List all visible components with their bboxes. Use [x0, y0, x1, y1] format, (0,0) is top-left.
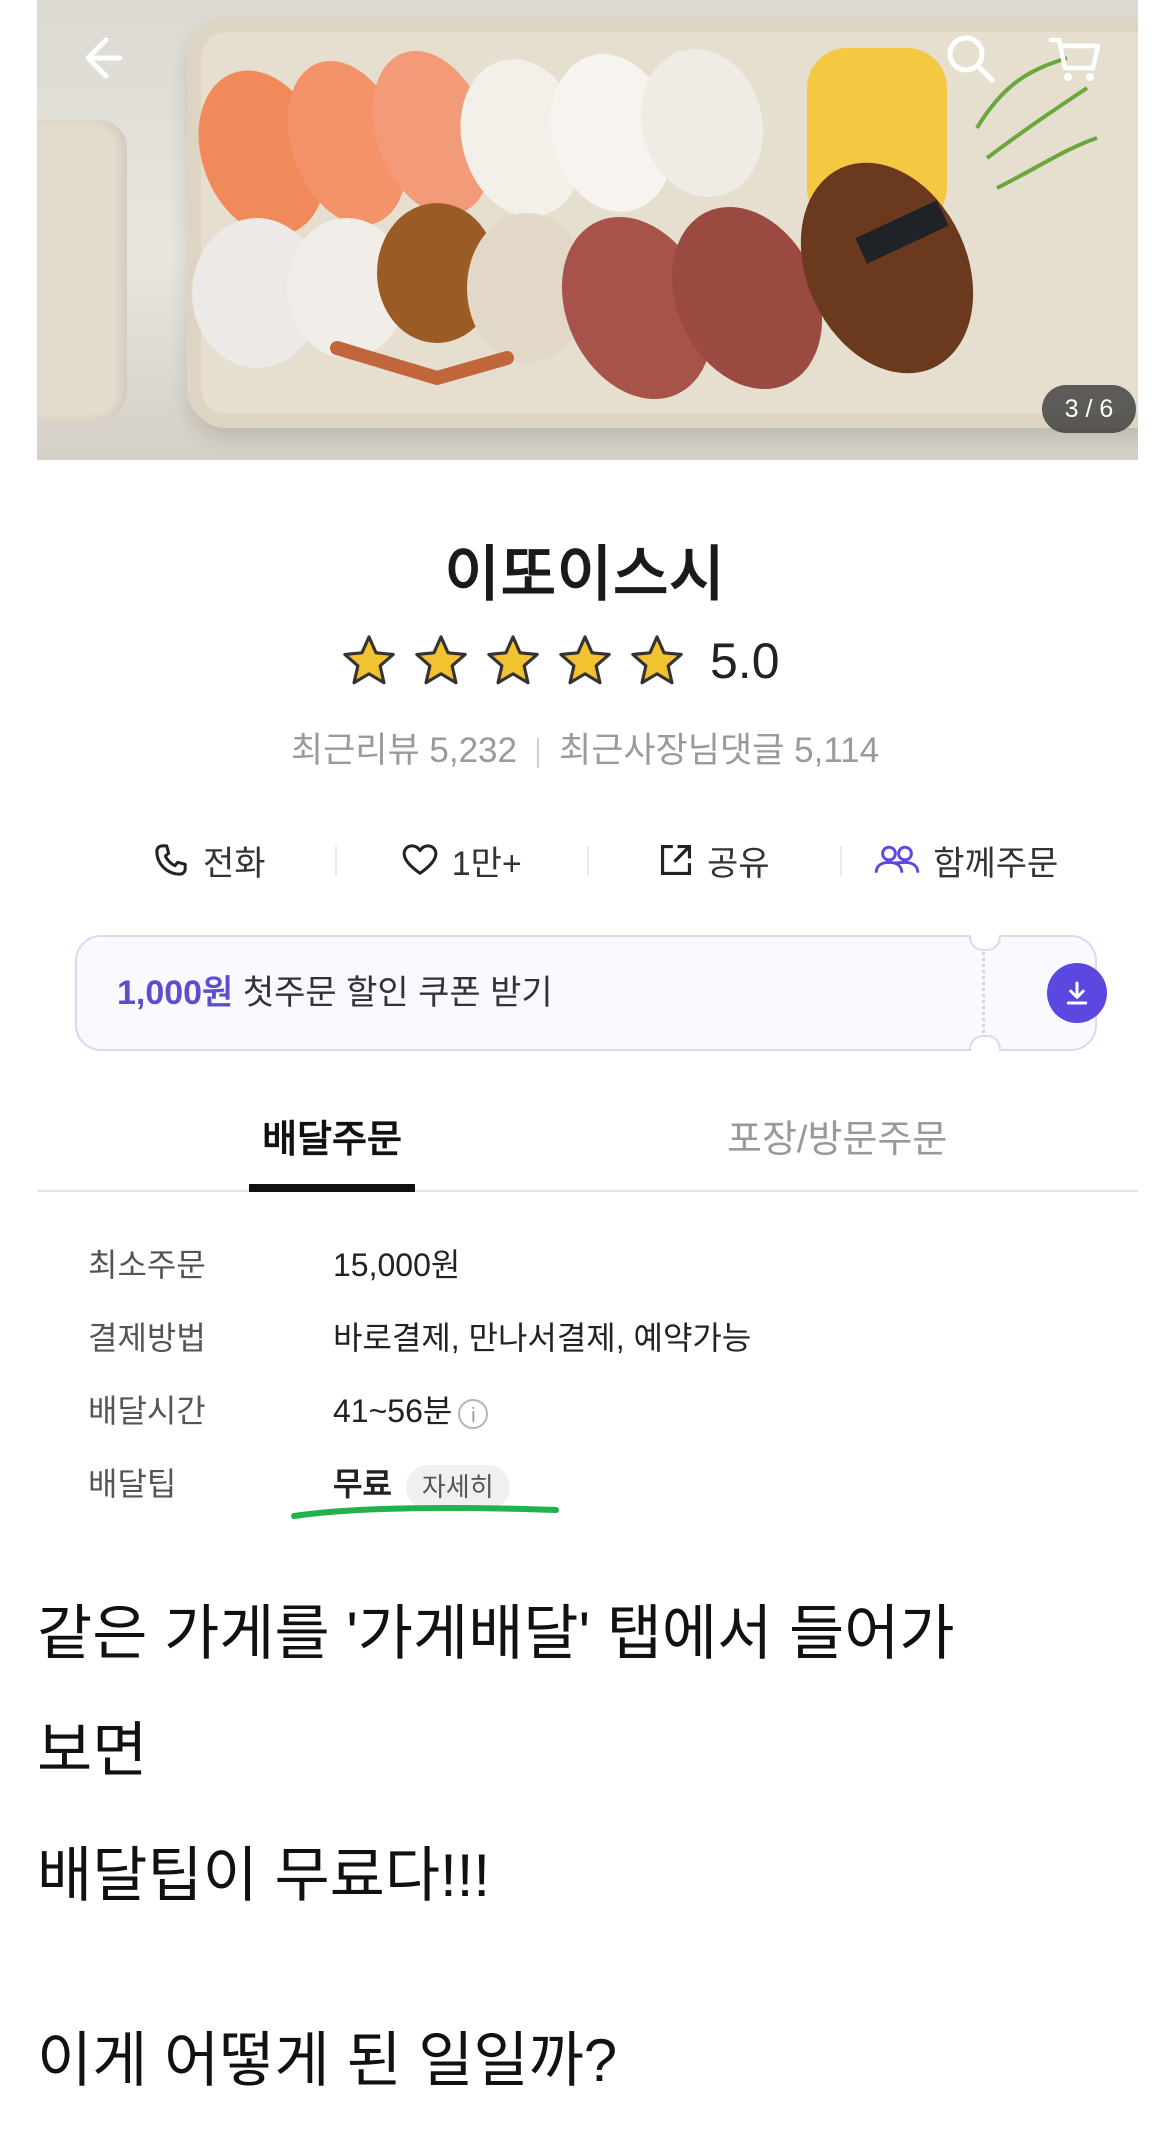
group-order-label: 함께주문 [933, 844, 1059, 883]
delivery-time-row: 배달시간 41~56분 i [88, 1386, 1088, 1459]
green-underline-annotation [291, 1505, 559, 1519]
min-order-value: 15,000원 [333, 1247, 461, 1283]
recent-reviews-link[interactable]: 최근리뷰 5,232 [291, 731, 517, 770]
star-icon [343, 635, 395, 685]
rating-row: 5.0 [340, 628, 780, 694]
star-icon [415, 635, 467, 685]
share-button[interactable]: 공유 [587, 830, 840, 890]
caption-line-1: 같은 가게를 '가게배달' 탭에서 들어가 [37, 1600, 955, 1667]
cart-button[interactable] [1045, 28, 1105, 88]
delivery-info: 최소주문 15,000원 결제방법 바로결제, 만나서결제, 예약가능 배달시간… [88, 1240, 1088, 1532]
caption-line-3: 배달팁이 무료다!!! [37, 1842, 491, 1909]
phone-icon [155, 844, 187, 876]
previous-photo-peek [37, 120, 127, 420]
group-order-button[interactable]: 함께주문 [839, 830, 1093, 890]
payment-row: 결제방법 바로결제, 만나서결제, 예약가능 [88, 1313, 1088, 1386]
rating-value: 5.0 [710, 633, 780, 689]
order-type-tabs: 배달주문 포장/방문주문 [37, 1105, 1138, 1192]
group-users-icon [874, 845, 920, 873]
delivery-time-value-wrap: 41~56분 i [333, 1386, 489, 1432]
payment-label: 결제방법 [88, 1320, 206, 1356]
tab-delivery[interactable]: 배달주문 [249, 1105, 415, 1192]
delivery-time-value: 41~56분 [333, 1393, 453, 1429]
caption-line-2: 보면 [37, 1717, 148, 1784]
star-icon [559, 635, 611, 685]
min-order-row: 최소주문 15,000원 [88, 1240, 1088, 1313]
share-label: 공유 [706, 844, 770, 883]
arrow-left-icon [85, 37, 123, 79]
download-icon [1066, 981, 1088, 1005]
star-icon [631, 635, 683, 685]
delivery-tip-value: 무료 [333, 1466, 392, 1502]
store-name: 이또이스시 [444, 541, 726, 608]
min-order-label: 최소주문 [88, 1247, 206, 1283]
info-icon[interactable]: i [458, 1398, 489, 1429]
coupon-amount: 1,000원 [117, 974, 234, 1012]
photo-page-counter: 3 / 6 [1042, 385, 1136, 433]
first-order-coupon[interactable]: 1,000원 첫주문 할인 쿠폰 받기 [75, 935, 1107, 1051]
review-stats: 최근리뷰 5,232 최근사장님댓글 5,114 [0, 722, 1170, 773]
delivery-time-label: 배달시간 [88, 1393, 206, 1429]
coupon-download-button[interactable] [1047, 963, 1107, 1023]
delivery-tip-label: 배달팁 [88, 1466, 177, 1502]
share-icon [660, 844, 692, 876]
call-button[interactable]: 전화 [82, 830, 335, 890]
like-button[interactable]: 1만+ [334, 830, 588, 890]
delivery-tip-row: 배달팁 무료 자세히 [88, 1459, 1088, 1532]
caption-line-4: 이게 어떻게 된 일일까? [37, 2027, 618, 2094]
coupon-text: 1,000원 첫주문 할인 쿠폰 받기 [117, 937, 553, 1049]
store-actions: 전화 1만+ 공유 함께주문 [82, 830, 1092, 890]
like-count: 1만+ [451, 844, 522, 883]
search-button[interactable] [940, 28, 1000, 88]
tab-pickup[interactable]: 포장/방문주문 [727, 1105, 947, 1190]
coupon-perforation [982, 947, 985, 1039]
coupon-description: 첫주문 할인 쿠폰 받기 [242, 974, 553, 1012]
star-icon [487, 635, 539, 685]
back-button[interactable] [70, 28, 130, 88]
heart-icon [402, 844, 438, 875]
call-label: 전화 [202, 844, 266, 883]
divider [537, 737, 539, 768]
coupon-notch-bottom [969, 1035, 1001, 1051]
cart-icon [1048, 37, 1101, 81]
search-icon [947, 35, 995, 83]
owner-replies-link[interactable]: 최근사장님댓글 5,114 [559, 731, 879, 770]
payment-value: 바로결제, 만나서결제, 예약가능 [333, 1320, 752, 1356]
coupon-notch-top [969, 935, 1001, 951]
